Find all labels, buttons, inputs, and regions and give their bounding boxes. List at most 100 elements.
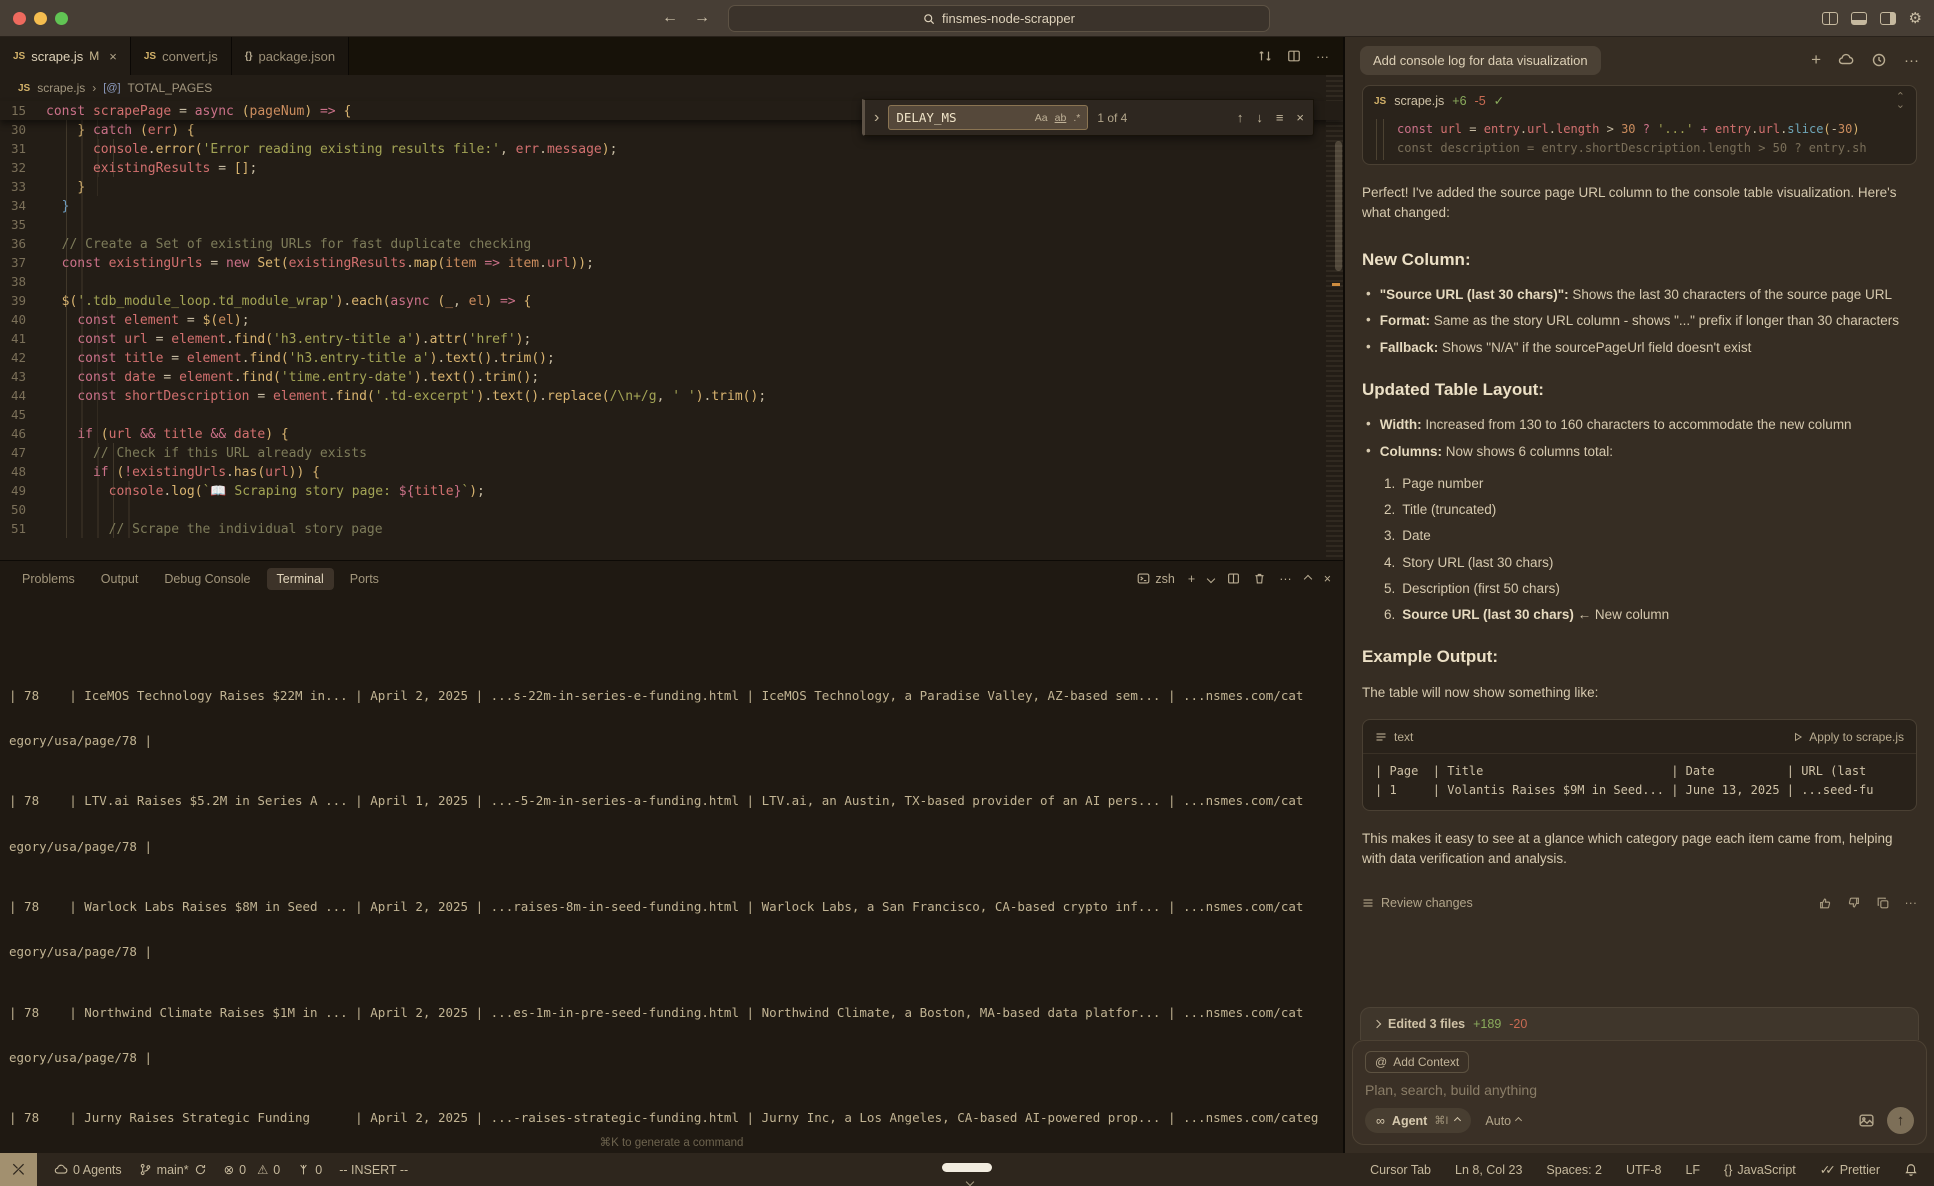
agent-mode-selector[interactable]: ∞ Agent ⌘I: [1365, 1108, 1471, 1133]
remote-indicator[interactable]: ⤫: [0, 1153, 37, 1186]
sync-icon[interactable]: [194, 1163, 207, 1176]
thumbs-up-icon[interactable]: [1818, 896, 1832, 910]
tab-terminal[interactable]: Terminal: [267, 568, 334, 590]
match-case-icon[interactable]: Aa: [1035, 112, 1048, 124]
find-next-icon[interactable]: ↓: [1256, 110, 1263, 125]
branch-icon: [139, 1163, 152, 1176]
whole-word-icon[interactable]: ab: [1055, 112, 1067, 124]
command-center-search[interactable]: finsmes-node-scrapper: [728, 5, 1270, 32]
find-previous-icon[interactable]: ↑: [1237, 110, 1244, 125]
kill-terminal-icon[interactable]: [1253, 572, 1266, 585]
tab-debug-console[interactable]: Debug Console: [154, 568, 260, 590]
numbered-item: 3.Date: [1362, 526, 1917, 546]
chat-composer[interactable]: @ Add Context Plan, search, build anythi…: [1352, 1040, 1927, 1145]
message-more-icon[interactable]: ···: [1905, 894, 1918, 913]
shell-selector[interactable]: zsh: [1137, 572, 1174, 586]
card-filename[interactable]: scrape.js: [1394, 92, 1444, 111]
copy-icon[interactable]: [1876, 896, 1890, 910]
ports-status[interactable]: 0: [297, 1163, 322, 1177]
send-button[interactable]: ↑: [1887, 1107, 1914, 1134]
problems-status[interactable]: ⊗0 ⚠0: [224, 1162, 281, 1177]
new-chat-icon[interactable]: +: [1811, 50, 1821, 70]
composer-placeholder[interactable]: Plan, search, build anything: [1365, 1082, 1914, 1098]
terminal-dropdown-icon[interactable]: [1207, 574, 1215, 582]
close-window-button[interactable]: [13, 12, 26, 25]
add-context-button[interactable]: @ Add Context: [1365, 1051, 1469, 1073]
line-number: 40: [0, 310, 46, 329]
expand-card-icon[interactable]: ⌃⌄: [1896, 94, 1905, 109]
line-number: 41: [0, 329, 46, 348]
numbered-item: 4.Story URL (last 30 chars): [1362, 553, 1917, 573]
image-attach-icon[interactable]: [1858, 1112, 1875, 1129]
find-expand-icon[interactable]: ›: [874, 109, 879, 127]
split-terminal-icon[interactable]: [1227, 572, 1240, 585]
tab-package-json[interactable]: {} package.json: [232, 37, 349, 75]
cloud-icon[interactable]: [1838, 52, 1854, 68]
code-line: 42 const title = element.find('h3.entry-…: [0, 348, 1343, 367]
edited-file-card[interactable]: JS scrape.js +6 -5 ✓ ⌃⌄ const url = entr…: [1362, 85, 1917, 165]
thumbs-down-icon[interactable]: [1847, 896, 1861, 910]
chat-more-icon[interactable]: ···: [1904, 52, 1919, 69]
breadcrumb[interactable]: JS scrape.js › [@] TOTAL_PAGES: [0, 75, 1343, 101]
edited-files-bar[interactable]: Edited 3 files +189 -20: [1360, 1007, 1919, 1040]
close-tab-icon[interactable]: ×: [109, 49, 117, 64]
split-editor-icon[interactable]: [1287, 49, 1301, 63]
gear-icon[interactable]: ⚙: [1909, 9, 1922, 27]
forward-icon[interactable]: →: [694, 9, 710, 27]
find-input[interactable]: DELAY_MS Aa ab .*: [888, 105, 1088, 130]
tab-problems[interactable]: Problems: [12, 568, 85, 590]
layout-panel-icon[interactable]: [1851, 12, 1867, 25]
minimize-window-button[interactable]: [34, 12, 47, 25]
git-branch-status[interactable]: main*: [139, 1163, 207, 1177]
line-number: 36: [0, 234, 46, 253]
vim-mode-indicator: -- INSERT --: [339, 1163, 408, 1177]
formatter-status[interactable]: ✓✓Prettier: [1820, 1162, 1880, 1177]
tab-convert-js[interactable]: JS convert.js: [131, 37, 232, 75]
layout-sidebar-right-icon[interactable]: [1880, 12, 1896, 25]
history-icon[interactable]: [1871, 52, 1887, 68]
model-selector[interactable]: Auto: [1485, 1114, 1521, 1128]
bell-icon[interactable]: [1904, 1163, 1918, 1177]
panel-tab-bar: Problems Output Debug Console Terminal P…: [0, 561, 1343, 596]
code-lines[interactable]: 30 } catch (err) {31 console.error('Erro…: [0, 120, 1343, 538]
encoding-status[interactable]: UTF-8: [1626, 1163, 1661, 1177]
code-line: 38: [0, 272, 1343, 291]
more-actions-icon[interactable]: ···: [1316, 49, 1329, 64]
eol-status[interactable]: LF: [1685, 1163, 1700, 1177]
at-icon: @: [1375, 1055, 1387, 1069]
maximize-panel-icon[interactable]: [1303, 574, 1311, 582]
language-status[interactable]: {}JavaScript: [1724, 1163, 1796, 1177]
total-removed: -20: [1509, 1017, 1527, 1031]
back-icon[interactable]: ←: [662, 9, 678, 27]
layout-columns-icon[interactable]: [1822, 12, 1838, 25]
more-panel-actions-icon[interactable]: ···: [1279, 572, 1292, 586]
code-editor[interactable]: JS scrape.js › [@] TOTAL_PAGES 15const s…: [0, 75, 1343, 560]
close-find-icon[interactable]: ×: [1296, 110, 1304, 125]
cursor-tab-status[interactable]: Cursor Tab: [1370, 1163, 1431, 1177]
chat-messages[interactable]: JS scrape.js +6 -5 ✓ ⌃⌄ const url = entr…: [1345, 83, 1934, 1007]
indent-status[interactable]: Spaces: 2: [1546, 1163, 1602, 1177]
apply-to-file-button[interactable]: Apply to scrape.js: [1793, 728, 1904, 746]
editor-scrollbar[interactable]: [1335, 141, 1342, 271]
code-line: 36 // Create a Set of existing URLs for …: [0, 234, 1343, 253]
zoom-window-button[interactable]: [55, 12, 68, 25]
review-changes-button[interactable]: Review changes: [1381, 894, 1473, 913]
regex-icon[interactable]: .*: [1073, 112, 1080, 124]
tab-scrape-js[interactable]: JS scrape.js M ×: [0, 37, 131, 75]
line-col-status[interactable]: Ln 8, Col 23: [1455, 1163, 1522, 1177]
tab-ports[interactable]: Ports: [340, 568, 389, 590]
find-in-selection-icon[interactable]: ≡: [1276, 110, 1284, 125]
javascript-file-icon: JS: [18, 83, 30, 94]
breadcrumb-file[interactable]: scrape.js: [37, 81, 85, 95]
numbered-item: 2.Title (truncated): [1362, 500, 1917, 520]
tab-output[interactable]: Output: [91, 568, 149, 590]
new-terminal-icon[interactable]: +: [1188, 572, 1195, 586]
agents-status[interactable]: 0 Agents: [54, 1163, 122, 1177]
close-panel-icon[interactable]: ×: [1324, 572, 1331, 586]
infinity-icon: ∞: [1376, 1114, 1385, 1128]
compare-changes-icon[interactable]: [1258, 49, 1272, 63]
breadcrumb-symbol[interactable]: TOTAL_PAGES: [128, 81, 213, 95]
chat-title-chip[interactable]: Add console log for data visualization: [1360, 46, 1601, 75]
terminal-output[interactable]: | 78 | IceMOS Technology Raises $22M in.…: [0, 596, 1343, 1135]
editor-group: JS scrape.js M × JS convert.js {} packag…: [0, 37, 1345, 1153]
